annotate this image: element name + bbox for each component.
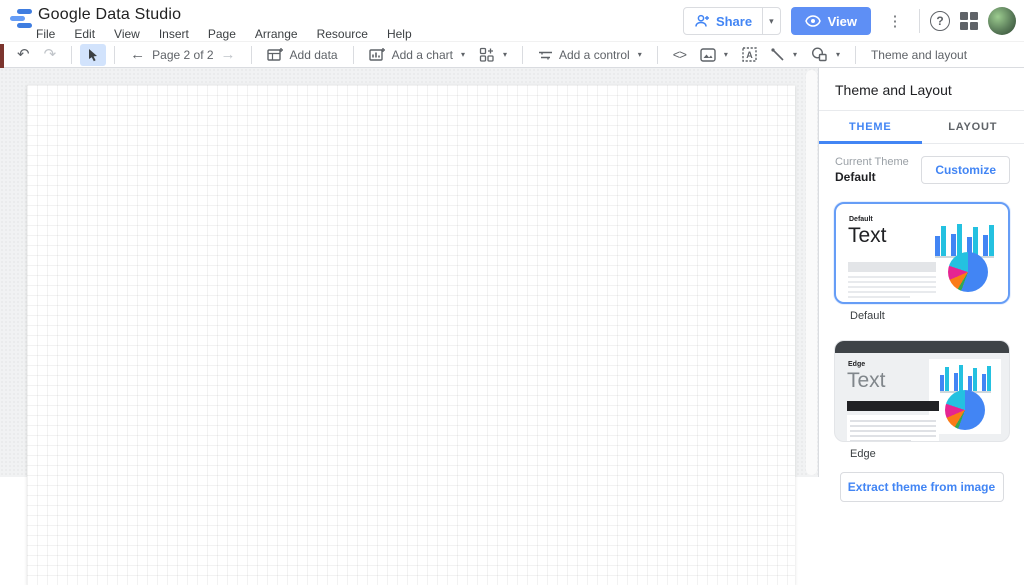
select-tool-button[interactable]: [80, 44, 106, 66]
question-icon: ?: [936, 14, 943, 28]
line-icon: [771, 48, 785, 62]
overflow-menu-button[interactable]: ⋮: [881, 7, 909, 35]
url-embed-button[interactable]: <>: [666, 44, 693, 66]
header-divider: [919, 9, 920, 33]
theme-preview-pie-chart: [945, 390, 985, 430]
theme-preview-paragraph-lines: [848, 276, 936, 301]
three-dots-icon: ⋮: [888, 12, 903, 30]
person-add-icon: [694, 14, 710, 28]
theme-preview-title: Edge: [848, 361, 865, 368]
caret-down-icon: ▾: [769, 16, 774, 27]
community-viz-icon: [479, 47, 495, 63]
menu-resource[interactable]: Resource: [317, 27, 368, 41]
edge-header-bar: [835, 341, 1009, 353]
menu-edit[interactable]: Edit: [74, 27, 95, 41]
redo-button[interactable]: ↷: [37, 44, 64, 66]
eye-icon: [805, 15, 821, 27]
text-box-icon: A: [742, 47, 757, 62]
menu-arrange[interactable]: Arrange: [255, 27, 298, 41]
menu-view[interactable]: View: [114, 27, 140, 41]
undo-button[interactable]: ↶: [10, 44, 37, 66]
redo-icon: ↷: [44, 47, 57, 62]
menu-file[interactable]: File: [36, 27, 55, 41]
share-dropdown-caret[interactable]: ▾: [762, 8, 780, 34]
current-theme-label: Current Theme: [835, 156, 909, 168]
caret-down-icon: ▾: [724, 50, 728, 59]
help-button[interactable]: ?: [930, 11, 950, 31]
line-button[interactable]: ▾: [764, 44, 804, 66]
theme-layout-button[interactable]: Theme and layout: [864, 44, 974, 66]
theme-name-edge: Edge: [834, 446, 1009, 460]
menu-insert[interactable]: Insert: [159, 27, 189, 41]
theme-preview-bar-chart: [940, 363, 991, 393]
theme-card-edge[interactable]: Edge Text: [834, 340, 1010, 442]
caret-down-icon: ▾: [638, 50, 642, 59]
page-indicator: Page 2 of 2: [152, 48, 213, 62]
arrow-right-icon: →: [221, 47, 236, 62]
add-data-button[interactable]: Add data: [260, 44, 345, 66]
menu-bar: File Edit View Insert Page Arrange Resou…: [36, 27, 412, 41]
theme-preview-text: Text: [848, 224, 887, 248]
app-title: Google Data Studio: [38, 6, 181, 24]
app-header: Google Data Studio File Edit View Insert…: [0, 0, 1024, 42]
theme-preview-pie-chart: [948, 252, 988, 292]
theme-preview-text: Text: [847, 369, 886, 393]
theme-preview-paragraph-block: [847, 401, 939, 411]
panel-tabs: THEME LAYOUT: [819, 111, 1024, 144]
menu-help[interactable]: Help: [387, 27, 412, 41]
text-button[interactable]: A: [735, 44, 764, 66]
add-data-label: Add data: [290, 48, 338, 62]
undo-icon: ↶: [17, 47, 30, 62]
filter-control-icon: [538, 49, 553, 61]
theme-name-default: Default: [834, 308, 1009, 322]
community-visualizations-button[interactable]: ▾: [472, 44, 514, 66]
shape-icon: [811, 47, 828, 62]
theme-preview-paragraph-lines: [847, 415, 939, 442]
theme-card-default[interactable]: Default Text: [834, 202, 1010, 304]
data-studio-logo-icon[interactable]: [10, 9, 32, 31]
next-page-button[interactable]: →: [214, 44, 243, 66]
vertical-scrollbar[interactable]: [806, 70, 817, 475]
add-chart-icon: [369, 47, 386, 62]
add-data-icon: [267, 47, 284, 62]
panel-title: Theme and Layout: [819, 68, 1024, 111]
caret-down-icon: ▾: [793, 50, 797, 59]
image-button[interactable]: ▾: [693, 44, 735, 66]
arrow-left-icon: ←: [130, 47, 145, 62]
add-control-label: Add a control: [559, 48, 630, 62]
apps-grid-button[interactable]: [960, 12, 978, 30]
theme-preview-title: Default: [849, 216, 873, 223]
image-icon: [700, 48, 716, 62]
view-label: View: [828, 14, 857, 29]
view-button[interactable]: View: [791, 7, 871, 35]
theme-layout-panel: Theme and Layout THEME LAYOUT Current Th…: [818, 68, 1024, 477]
add-control-button[interactable]: Add a control ▾: [531, 44, 649, 66]
embed-icon: <>: [673, 47, 686, 62]
toolbar: ↶ ↷ ← Page 2 of 2 → Add data Add a chart…: [0, 42, 1024, 68]
theme-preview-paragraph-block: [848, 262, 936, 272]
caret-down-icon: ▾: [836, 50, 840, 59]
user-avatar[interactable]: [988, 7, 1016, 35]
current-theme-value: Default: [835, 170, 909, 184]
previous-page-button[interactable]: ←: [123, 44, 152, 66]
shape-button[interactable]: ▾: [804, 44, 847, 66]
customize-button[interactable]: Customize: [921, 156, 1010, 184]
menu-page[interactable]: Page: [208, 27, 236, 41]
cursor-icon: [87, 48, 99, 62]
caret-down-icon: ▾: [503, 50, 507, 59]
caret-down-icon: ▾: [461, 50, 465, 59]
screen-edge-artifact: [0, 44, 4, 68]
svg-text:A: A: [746, 50, 753, 60]
report-page-canvas[interactable]: [27, 85, 795, 585]
tab-theme[interactable]: THEME: [819, 111, 922, 143]
canvas-workspace[interactable]: [0, 68, 818, 477]
tab-layout[interactable]: LAYOUT: [922, 111, 1024, 143]
add-chart-label: Add a chart: [392, 48, 453, 62]
share-label: Share: [716, 14, 752, 29]
share-button[interactable]: Share ▾: [683, 7, 781, 35]
add-chart-button[interactable]: Add a chart ▾: [362, 44, 472, 66]
theme-layout-label: Theme and layout: [871, 48, 967, 62]
